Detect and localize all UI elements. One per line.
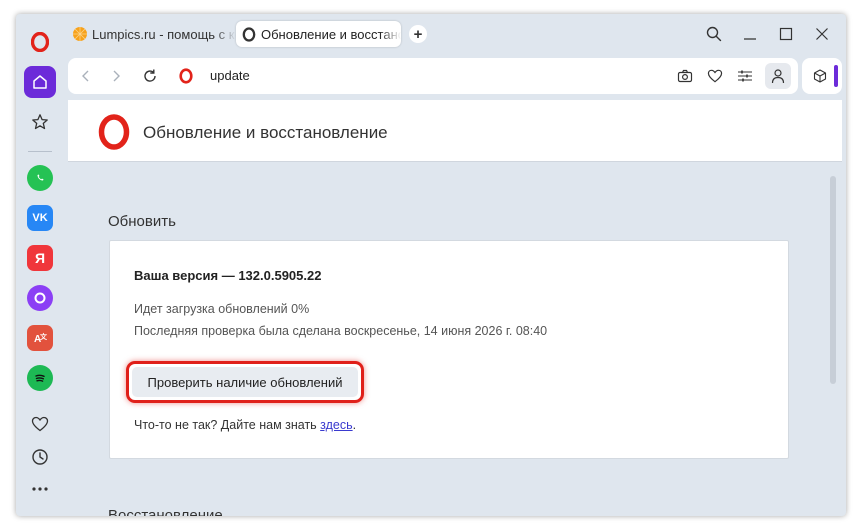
- extensions-button[interactable]: [810, 66, 830, 86]
- history-button[interactable]: [24, 441, 56, 473]
- home-icon: [33, 75, 47, 89]
- feedback-prefix: Что-то не так? Дайте нам знать: [134, 418, 321, 432]
- sidebar-toggle-indicator[interactable]: [834, 65, 838, 87]
- url-text[interactable]: update: [210, 68, 250, 83]
- update-card: Ваша версия — 132.0.5905.22 Идет загрузк…: [109, 240, 789, 459]
- tab-label: Обновление и восстанов: [261, 26, 401, 42]
- chevron-left-icon: [82, 70, 89, 82]
- page-title: Обновление и восстановление: [143, 123, 388, 142]
- opera-logo-icon: [179, 68, 193, 84]
- camera-icon: [677, 69, 693, 83]
- sidebar-item-spotify[interactable]: [24, 362, 56, 394]
- sidebar-item-translate[interactable]: A文: [24, 322, 56, 354]
- check-updates-button[interactable]: Проверить наличие обновлений: [132, 367, 358, 397]
- download-status: Идет загрузка обновлений 0%: [134, 302, 310, 316]
- profile-button[interactable]: [765, 63, 791, 89]
- search-icon: [706, 26, 722, 42]
- reload-icon: [144, 69, 156, 82]
- close-button[interactable]: [812, 24, 832, 44]
- tab-update[interactable]: Обновление и восстанов: [236, 21, 401, 47]
- page-scrollbar[interactable]: [830, 176, 836, 384]
- minimize-button[interactable]: [740, 24, 760, 44]
- svg-text:文: 文: [40, 332, 48, 341]
- opera-logo-icon: [31, 32, 49, 52]
- page-header: Обновление и восстановление: [68, 100, 842, 162]
- bookmark-button[interactable]: [705, 66, 725, 86]
- opera-icon: [242, 26, 256, 42]
- sidebar: VK Я A文: [16, 14, 64, 516]
- site-opera-badge[interactable]: [176, 66, 196, 86]
- sidebar-item-alice[interactable]: [24, 282, 56, 314]
- pinboards-button[interactable]: [24, 408, 56, 440]
- more-dots-icon: [32, 487, 48, 491]
- tab-bar: Lumpics.ru - помощь с ко Обновление и во…: [64, 14, 846, 54]
- snapshot-button[interactable]: [675, 66, 695, 86]
- opera-menu-button[interactable]: [24, 26, 56, 58]
- speed-dial-button[interactable]: [24, 106, 56, 138]
- home-button[interactable]: [24, 66, 56, 98]
- chevron-right-icon: [113, 70, 120, 82]
- last-check-status: Последняя проверка была сделана воскресе…: [134, 324, 548, 338]
- sidebar-divider: [28, 151, 52, 152]
- sliders-icon: [738, 70, 752, 82]
- opera-logo-icon: [98, 114, 130, 150]
- page-content: Обновление и восстановление Обновить Ваш…: [68, 100, 842, 516]
- yandex-icon: Я: [27, 245, 53, 271]
- star-icon: [32, 114, 48, 130]
- minimize-icon: [744, 38, 756, 40]
- clock-icon: [32, 449, 48, 465]
- easy-setup-button[interactable]: [735, 66, 755, 86]
- more-button[interactable]: [24, 473, 56, 505]
- heart-icon: [31, 416, 49, 432]
- spotify-icon: [27, 365, 53, 391]
- forward-button[interactable]: [106, 66, 126, 86]
- feedback-suffix: .: [352, 418, 357, 432]
- browser-window: VK Я A文 Lumpics.ru - помощь с ко Обновле…: [16, 14, 846, 516]
- recovery-section-title: Восстановление: [108, 507, 223, 516]
- version-label: Ваша версия — 132.0.5905.22: [134, 268, 322, 283]
- feedback-link[interactable]: здесь: [320, 418, 352, 432]
- maximize-icon: [779, 27, 793, 41]
- user-icon: [771, 69, 785, 84]
- tab-lumpics[interactable]: Lumpics.ru - помощь с ко: [72, 21, 236, 47]
- whatsapp-icon: [27, 165, 53, 191]
- new-tab-button[interactable]: +: [409, 25, 427, 43]
- feedback-text: Что-то не так? Дайте нам знать здесь.: [134, 418, 356, 432]
- update-section-title: Обновить: [108, 213, 176, 230]
- sidebar-item-vk[interactable]: VK: [24, 202, 56, 234]
- close-icon: [816, 28, 828, 40]
- back-button[interactable]: [76, 66, 96, 86]
- cube-icon: [813, 69, 827, 83]
- sidebar-item-whatsapp[interactable]: [24, 162, 56, 194]
- tab-search-button[interactable]: [704, 24, 724, 44]
- tab-label: Lumpics.ru - помощь с ко: [92, 26, 236, 42]
- heart-icon: [707, 69, 723, 83]
- reload-button[interactable]: [140, 66, 160, 86]
- sidebar-item-yandex[interactable]: Я: [24, 242, 56, 274]
- vk-icon: VK: [27, 205, 53, 231]
- plus-icon: +: [413, 25, 423, 43]
- address-bar: update: [68, 58, 798, 94]
- maximize-button[interactable]: [776, 24, 796, 44]
- alice-icon: [27, 285, 53, 311]
- extensions-area: [802, 58, 842, 94]
- translate-icon: A文: [27, 325, 53, 351]
- orange-icon: [73, 27, 87, 41]
